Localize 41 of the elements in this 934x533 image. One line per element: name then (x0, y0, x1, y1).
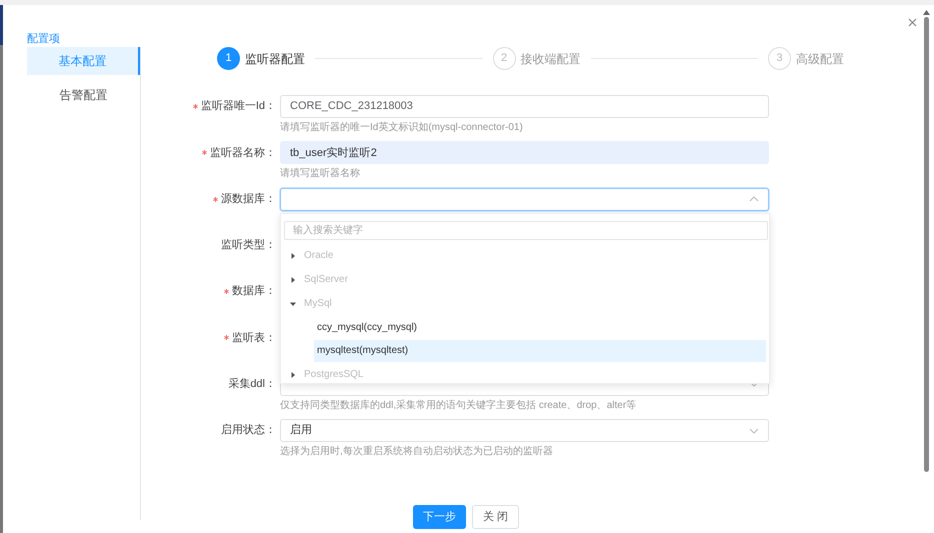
field-label: 源数据库： (221, 192, 276, 207)
step-title: 监听器配置 (245, 50, 305, 68)
caret-icon[interactable] (290, 252, 296, 259)
input-field[interactable]: tb_user实时监听2 (280, 141, 769, 164)
next-button[interactable]: 下一步 (413, 505, 466, 529)
field-value: tb_user实时监听2 (290, 146, 378, 161)
caret-icon[interactable] (290, 372, 296, 378)
field-hint: 请填写监听器的唯一Id英文标识如(mysql-connector-01) (280, 121, 524, 135)
input-field[interactable]: CORE_CDC_231218003 (280, 95, 769, 118)
tree-item[interactable]: ccy_mysql(ccy_mysql) (314, 316, 766, 339)
field-label: 监听表： (232, 330, 276, 346)
scroll-up-icon[interactable] (923, 10, 930, 15)
field-label: 监听类型： (221, 238, 276, 254)
field-hint: 选择为启用时,每次重启系统将自动启动状态为已启动的监听器 (280, 445, 554, 460)
step-number: 1 (217, 47, 240, 70)
chevron-down-icon (749, 428, 759, 434)
step-title: 接收端配置 (520, 50, 580, 68)
select-field[interactable]: 启用 (280, 419, 769, 442)
field-label: 数据库： (232, 284, 276, 300)
step-title: 高级配置 (796, 50, 844, 68)
field-hint: 仅支持同类型数据库的ddl,采集常用的语句关键字主要包括 create、drop、alter等 (280, 398, 638, 413)
select-field[interactable] (280, 188, 769, 211)
caret-icon[interactable] (290, 300, 296, 307)
step-number: 2 (492, 47, 516, 70)
field-label: 监听器名称： (210, 146, 276, 161)
field-value: 启用 (290, 422, 313, 438)
field-value: CORE_CDC_231218003 (290, 99, 414, 114)
sidebar-title: 配置项 (27, 32, 61, 47)
field-label: 采集ddl： (228, 377, 276, 392)
chevron-up-icon (749, 196, 759, 202)
sidebar-item[interactable]: 告警配置 (27, 81, 140, 109)
close-icon[interactable] (908, 18, 917, 27)
field-label: 监听器唯一Id： (200, 99, 276, 114)
search-field[interactable]: 输入搜索关键字 (284, 220, 768, 240)
close-button[interactable]: 关 闭 (472, 505, 520, 529)
tree-item[interactable]: mysqltest(mysqltest) (314, 340, 766, 362)
chevron-down-icon (749, 381, 759, 388)
step-number: 3 (768, 47, 791, 70)
field-label: 启用状态： (221, 422, 276, 438)
caret-icon[interactable] (290, 276, 296, 283)
field-hint: 请填写监听器名称 (280, 167, 361, 182)
